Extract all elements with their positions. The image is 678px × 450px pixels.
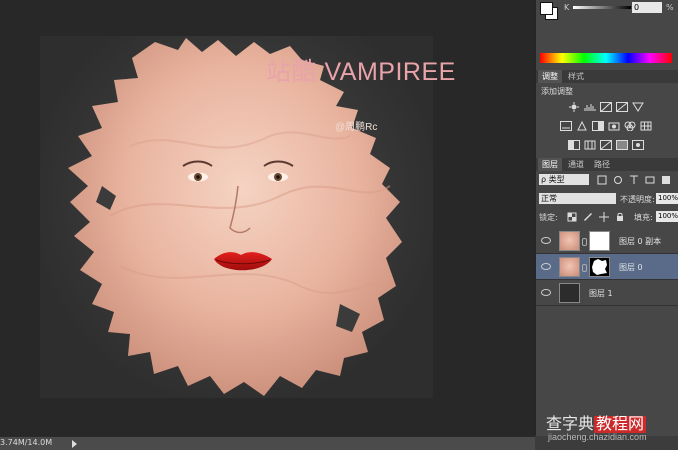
- status-bar: 3.74M/14.0M: [0, 436, 535, 450]
- adjustments-tabbar: 调整 样式: [536, 70, 678, 83]
- layer-mask-thumbnail[interactable]: [589, 231, 610, 251]
- curves-icon[interactable]: [600, 102, 612, 112]
- k-channel-slider[interactable]: [573, 6, 631, 9]
- splash-mask-icon: [592, 259, 607, 275]
- k-channel-unit: %: [666, 3, 674, 12]
- canvas-subtitle-text: @周鹏Rc: [335, 122, 378, 133]
- filter-smart-object-icon[interactable]: [660, 175, 672, 185]
- layer-thumbnail: [559, 257, 580, 277]
- site-watermark: 查字典 教程网 jiaocheng.chazidian.com: [538, 410, 678, 449]
- invert-icon[interactable]: [568, 140, 580, 150]
- layer-filter-row: ρ 类型: [536, 172, 678, 188]
- hue-saturation-icon[interactable]: [560, 121, 572, 131]
- color-lookup-icon[interactable]: [640, 121, 652, 131]
- tab-layers[interactable]: 图层: [538, 158, 562, 171]
- photo-filter-icon[interactable]: [608, 121, 620, 131]
- lock-all-icon[interactable]: [614, 212, 626, 222]
- blend-mode-select[interactable]: 正常: [539, 193, 616, 204]
- tab-adjustments[interactable]: 调整: [538, 70, 562, 83]
- lock-position-icon[interactable]: [598, 212, 610, 222]
- adjustments-title: 添加调整: [541, 87, 573, 96]
- watermark-logo-text: 查字典 教程网: [546, 410, 647, 434]
- eye-icon[interactable]: [541, 237, 551, 244]
- posterize-icon[interactable]: [584, 140, 596, 150]
- filter-adjustment-icon[interactable]: [612, 175, 624, 185]
- lock-row: 锁定: 填充: 100%: [536, 210, 678, 224]
- threshold-icon[interactable]: [600, 140, 612, 150]
- link-icon[interactable]: [582, 238, 587, 246]
- opacity-input[interactable]: 100%: [656, 193, 678, 204]
- vibrance-icon[interactable]: [632, 102, 644, 112]
- lock-label: 锁定:: [539, 213, 558, 222]
- color-spectrum-bar[interactable]: [540, 53, 672, 63]
- color-balance-icon[interactable]: [576, 121, 588, 131]
- layers-tabbar: 图层 通道 路径: [536, 158, 678, 171]
- filter-shape-icon[interactable]: [644, 175, 656, 185]
- vampire-splash-artwork: [68, 38, 402, 396]
- right-panel: K 0 % 调整 样式 添加调整 图层 通道 路径 ρ 类型 正常 不透明度: …: [535, 0, 678, 436]
- levels-icon[interactable]: [584, 102, 596, 112]
- status-menu-arrow-icon[interactable]: [72, 440, 77, 448]
- tab-styles[interactable]: 样式: [564, 70, 588, 83]
- watermark-url: jiaocheng.chazidian.com: [548, 432, 647, 442]
- fill-label: 填充:: [634, 213, 653, 222]
- document-canvas[interactable]: [40, 36, 433, 398]
- layer-name[interactable]: 图层 0 副本: [619, 236, 661, 247]
- eye-icon[interactable]: [541, 289, 551, 296]
- filter-pixel-icon[interactable]: [596, 175, 608, 185]
- channel-mixer-icon[interactable]: [624, 121, 636, 131]
- blend-row: 正常 不透明度: 100%: [536, 192, 678, 208]
- gradient-map-icon[interactable]: [616, 140, 628, 150]
- opacity-label: 不透明度:: [620, 195, 655, 204]
- tab-channels[interactable]: 通道: [564, 158, 588, 171]
- tab-paths[interactable]: 路径: [590, 158, 614, 171]
- selective-color-icon[interactable]: [632, 140, 644, 150]
- lock-pixels-icon[interactable]: [582, 212, 594, 222]
- layer-thumbnail: [559, 231, 580, 251]
- layer-name[interactable]: 图层 0: [619, 262, 643, 273]
- canvas-area[interactable]: 站酷 VAMPIREE @周鹏Rc: [0, 0, 535, 436]
- k-channel-label: K: [564, 3, 570, 12]
- layer-row[interactable]: 图层 0: [536, 254, 678, 280]
- layer-mask-thumbnail[interactable]: [589, 257, 610, 277]
- layer-filter-select[interactable]: ρ 类型: [539, 174, 589, 185]
- color-swatches[interactable]: [540, 2, 558, 20]
- fill-input[interactable]: 100%: [656, 211, 678, 222]
- exposure-icon[interactable]: [616, 102, 628, 112]
- layer-thumbnail: [559, 283, 580, 303]
- layer-row[interactable]: 图层 0 副本: [536, 228, 678, 254]
- document-size-readout: 3.74M/14.0M: [0, 438, 53, 447]
- k-channel-input[interactable]: 0: [632, 2, 662, 13]
- black-white-icon[interactable]: [592, 121, 604, 131]
- watermark-text-a: 查字典: [546, 416, 595, 433]
- layer-name[interactable]: 图层 1: [589, 288, 613, 299]
- link-icon[interactable]: [582, 264, 587, 272]
- canvas-title-text: 站酷 VAMPIREE: [266, 58, 456, 86]
- eye-icon[interactable]: [541, 263, 551, 270]
- layer-row[interactable]: 图层 1: [536, 280, 678, 306]
- foreground-color-swatch[interactable]: [540, 2, 553, 15]
- brightness-icon[interactable]: [568, 102, 580, 112]
- watermark-text-b: 教程网: [594, 416, 647, 433]
- lock-transparent-icon[interactable]: [566, 212, 578, 222]
- filter-type-icon[interactable]: [628, 175, 640, 185]
